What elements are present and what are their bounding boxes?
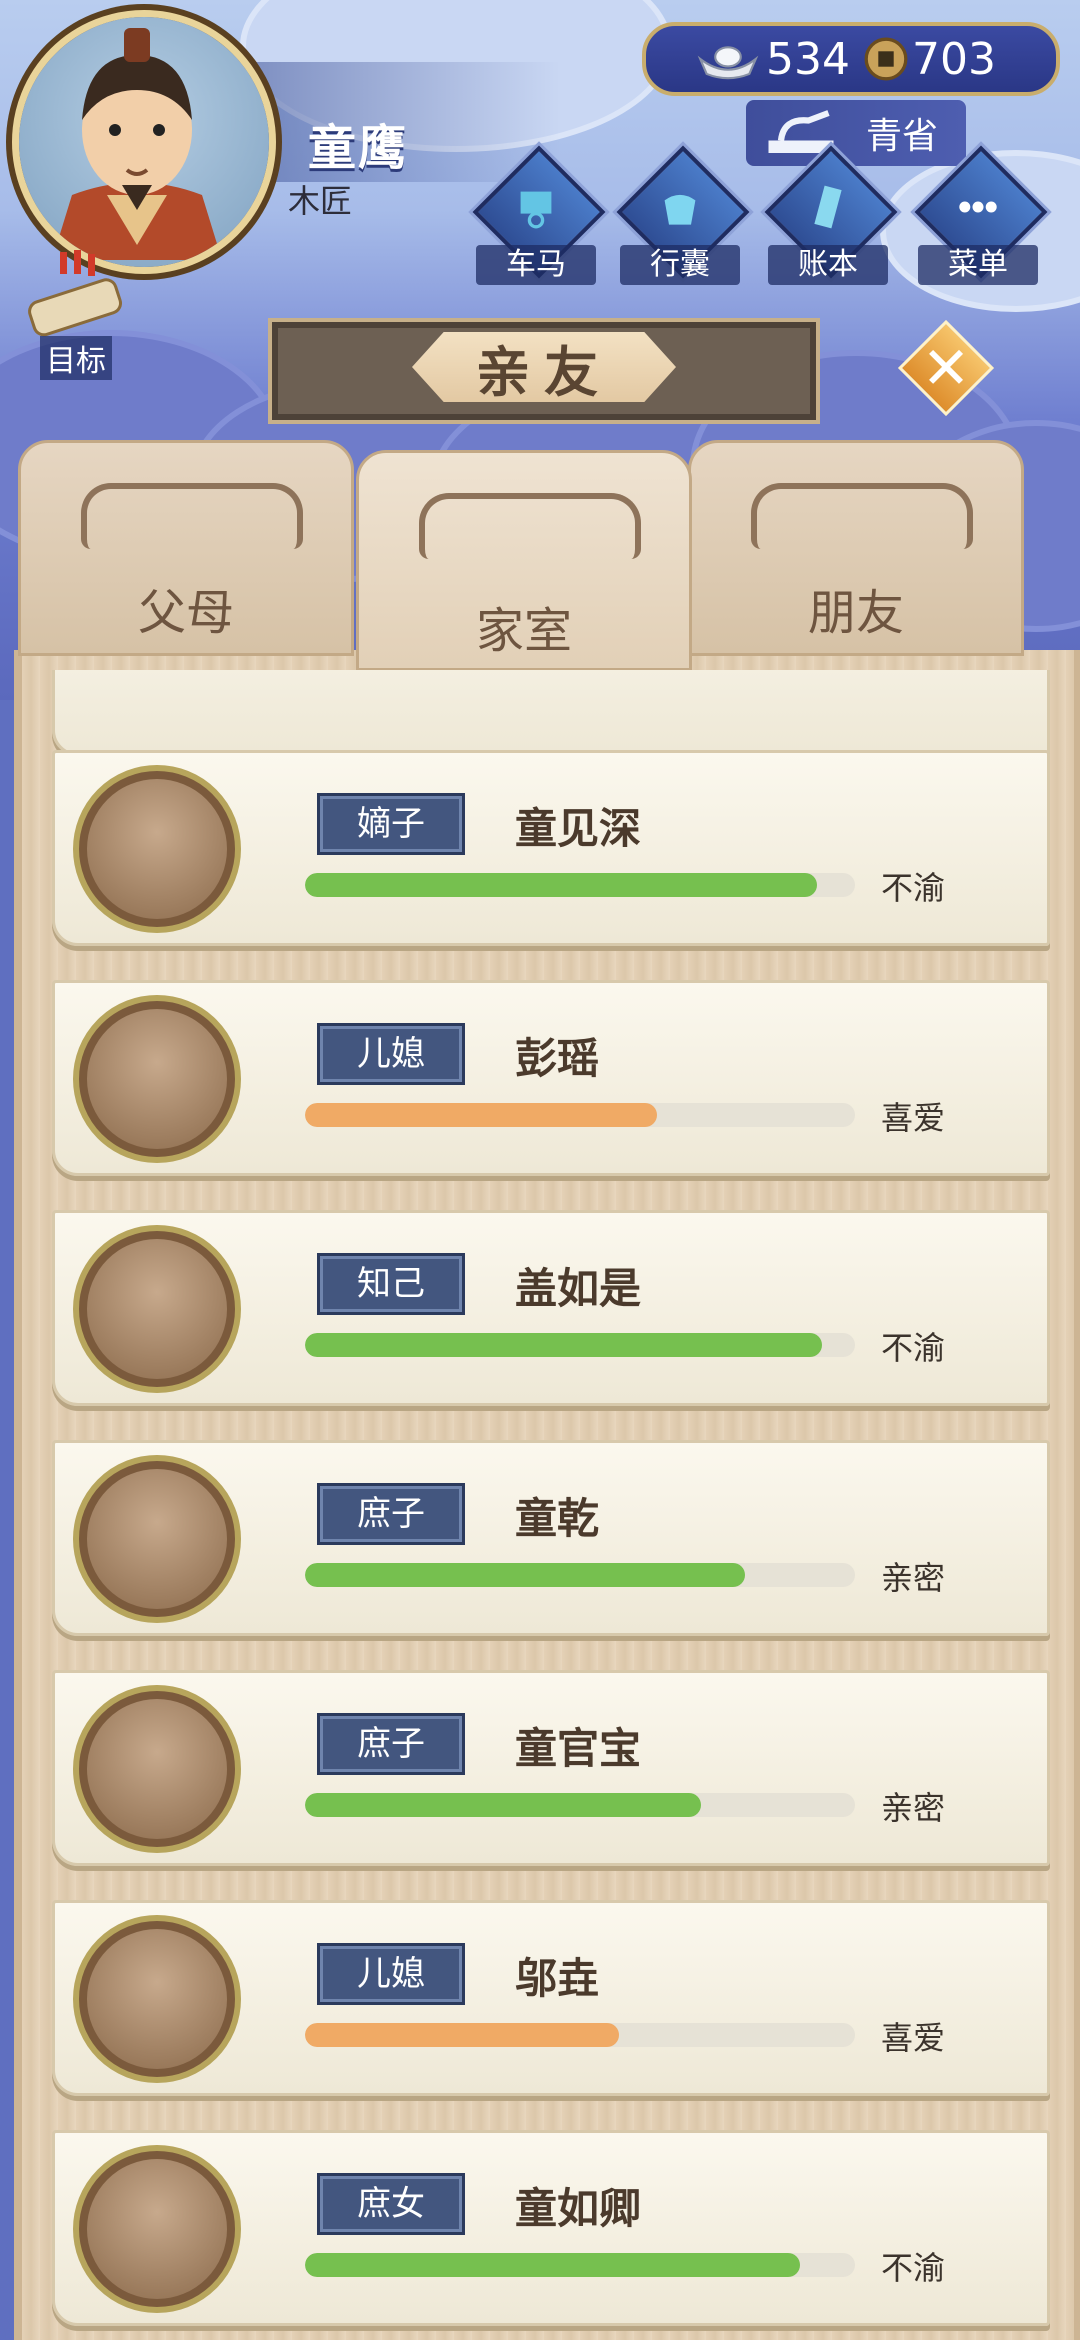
affinity-bar — [305, 1103, 855, 1127]
relation-status: 不渝 — [881, 1329, 946, 1367]
nav-label: 菜单 — [918, 245, 1038, 285]
silver-ingot-icon — [697, 46, 759, 80]
player-avatar[interactable] — [12, 10, 276, 274]
cloud-ornament — [81, 483, 303, 549]
relation-status: 不渝 — [881, 869, 946, 907]
affinity-fill — [305, 2023, 619, 2047]
tab-label: 父母 — [137, 585, 234, 641]
member-name: 童如卿 — [515, 2184, 642, 2233]
role-badge: 嫡子 — [317, 793, 465, 855]
relation-status: 不渝 — [881, 2249, 946, 2287]
cloud-ornament — [751, 483, 973, 549]
affinity-fill — [305, 1333, 822, 1357]
goal-button[interactable]: 目标 — [10, 250, 140, 380]
more-icon — [959, 201, 997, 213]
player-title: 木匠 — [288, 182, 353, 220]
nav-label: 车马 — [476, 245, 596, 285]
nav-label: 行囊 — [620, 245, 740, 285]
ledger-icon — [814, 185, 842, 229]
list-item[interactable]: 嫡子 童见深 不渝 — [52, 750, 1050, 946]
role-badge: 庶子 — [317, 1713, 465, 1775]
goal-label: 目标 — [40, 336, 112, 380]
affinity-bar — [305, 873, 855, 897]
player-portrait-icon — [52, 28, 222, 260]
nav-bag-button[interactable]: 行囊 — [616, 145, 750, 285]
tab-label: 家室 — [475, 603, 572, 659]
relation-status: 喜爱 — [881, 2019, 946, 2057]
carriage-icon — [520, 191, 552, 229]
region-button[interactable]: 青省 — [746, 100, 966, 166]
player-name: 童鹰 — [308, 120, 409, 176]
currency-bar: 534 703 — [642, 22, 1060, 96]
list-item[interactable]: 知己 盖如是 不渝 — [52, 1210, 1050, 1406]
tab-label: 朋友 — [807, 585, 904, 641]
role-badge: 儿媳 — [317, 1023, 465, 1085]
member-portrait-icon — [73, 1455, 241, 1623]
page-title-banner: 亲友 — [268, 318, 820, 424]
member-name: 童见深 — [515, 804, 642, 853]
member-name: 邬垚 — [515, 1954, 600, 2003]
affinity-bar — [305, 1563, 855, 1587]
affinity-fill — [305, 2253, 800, 2277]
role-badge: 儿媳 — [317, 1943, 465, 2005]
affinity-fill — [305, 873, 817, 897]
relation-status: 亲密 — [881, 1559, 946, 1597]
list-item[interactable]: 庶子 童官宝 亲密 — [52, 1670, 1050, 1866]
close-button[interactable]: ✕ — [897, 319, 995, 417]
member-portrait-icon — [73, 2145, 241, 2313]
nav-label: 账本 — [768, 245, 888, 285]
list-item[interactable]: 儿媳 彭瑶 喜爱 — [52, 980, 1050, 1176]
relation-status: 亲密 — [881, 1789, 946, 1827]
affinity-fill — [305, 1563, 745, 1587]
silver-amount: 534 — [766, 33, 850, 85]
member-name: 童官宝 — [515, 1724, 642, 1773]
member-portrait-icon — [73, 1685, 241, 1853]
affinity-bar — [305, 2253, 855, 2277]
member-name: 盖如是 — [515, 1264, 642, 1313]
member-portrait-icon — [73, 1915, 241, 2083]
affinity-fill — [305, 1793, 701, 1817]
member-portrait-icon — [73, 1225, 241, 1393]
tab-parents[interactable]: 父母 — [18, 440, 354, 656]
member-list[interactable]: 嫡子 童见深 不渝 儿媳 彭瑶 喜爱 知己 盖如是 不渝 庶子 童乾 亲密 庶子… — [20, 670, 1060, 2340]
role-badge: 庶子 — [317, 1483, 465, 1545]
list-item[interactable]: 庶女 童如卿 不渝 — [52, 2130, 1050, 2326]
bag-icon — [664, 194, 696, 225]
relation-status: 喜爱 — [881, 1099, 946, 1137]
tab-family[interactable]: 家室 — [356, 450, 692, 671]
affinity-bar — [305, 1793, 855, 1817]
nav-ledger-button[interactable]: 账本 — [764, 145, 898, 285]
list-item[interactable]: 庶子 童乾 亲密 — [52, 1440, 1050, 1636]
tab-friends[interactable]: 朋友 — [688, 440, 1024, 656]
affinity-bar — [305, 1333, 855, 1357]
nav-menu-button[interactable]: 菜单 — [914, 145, 1048, 285]
scroll-icon — [28, 250, 122, 337]
member-name: 彭瑶 — [515, 1034, 600, 1083]
list-item[interactable]: 儿媳 邬垚 喜爱 — [52, 1900, 1050, 2096]
member-portrait-icon — [73, 995, 241, 1163]
page-title: 亲友 — [412, 332, 676, 402]
member-portrait-icon — [73, 765, 241, 933]
copper-coin-icon — [864, 37, 908, 81]
affinity-fill — [305, 1103, 657, 1127]
cloud-ornament — [419, 493, 641, 559]
close-icon: ✕ — [921, 334, 971, 402]
region-label: 青省 — [866, 116, 939, 157]
role-badge: 庶女 — [317, 2173, 465, 2235]
member-name: 童乾 — [515, 1494, 600, 1543]
affinity-bar — [305, 2023, 855, 2047]
nav-carriage-button[interactable]: 车马 — [472, 145, 606, 285]
role-badge: 知己 — [317, 1253, 465, 1315]
list-item-partial — [52, 670, 1050, 756]
copper-amount: 703 — [911, 33, 996, 85]
